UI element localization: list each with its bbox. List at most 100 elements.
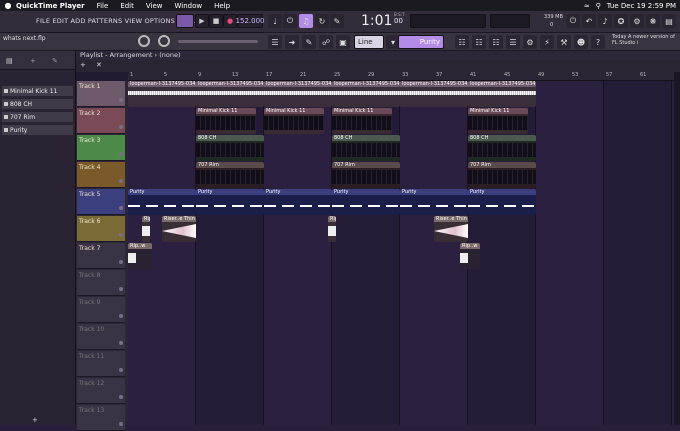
vertical-scrollbar[interactable]: [674, 72, 680, 425]
play-button[interactable]: ▶: [195, 14, 209, 28]
pattern-clip[interactable]: Purity: [400, 189, 468, 215]
pattern-clip[interactable]: Purity: [196, 189, 264, 215]
mute-led-icon[interactable]: [119, 314, 123, 318]
pencil-icon[interactable]: ✎: [52, 57, 58, 65]
stop-button[interactable]: ■: [209, 14, 223, 28]
track-header[interactable]: Track 7: [77, 243, 125, 269]
piano-keys-icon[interactable]: ▤: [6, 57, 13, 65]
time-ruler[interactable]: 1 5 9 13 17 21 25 29 33 37 41 45 49 53 57 61: [128, 72, 680, 81]
clock[interactable]: Tue Dec 19 2:59 PM: [607, 2, 676, 10]
mute-led-icon[interactable]: [119, 206, 123, 210]
pattern-clip[interactable]: Minimal Kick 11: [468, 108, 528, 134]
channel-rack-icon[interactable]: ☷: [455, 35, 469, 49]
sliders-icon[interactable]: ☰: [506, 35, 520, 49]
countdown-icon[interactable]: ⏻: [283, 14, 297, 28]
stamp-icon[interactable]: ▣: [336, 35, 350, 49]
pattern-clip[interactable]: Rip..w: [328, 216, 336, 242]
master-pitch-knob[interactable]: [158, 35, 170, 47]
project-name[interactable]: whats next.flp: [3, 35, 46, 42]
loop-record-icon[interactable]: ↻: [315, 14, 329, 28]
playlist-title[interactable]: Playlist - Arrangement › (none): [76, 51, 680, 60]
plug-icon[interactable]: ⚡: [540, 35, 554, 49]
pattern-clip[interactable]: Minimal Kick 11: [332, 108, 392, 134]
mute-led-icon[interactable]: [119, 233, 123, 237]
mute-led-icon[interactable]: [119, 98, 123, 102]
menu-help[interactable]: Help: [214, 2, 230, 10]
mute-led-icon[interactable]: [119, 260, 123, 264]
pattern-clip[interactable]: Riser..e Thin: [434, 216, 468, 242]
browser-item[interactable]: 808 CH: [1, 98, 74, 110]
track-header[interactable]: Track 4: [77, 162, 125, 188]
pattern-clip[interactable]: 707 Rim: [332, 162, 400, 188]
blend-icon[interactable]: ♫: [299, 14, 313, 28]
mute-led-icon[interactable]: [119, 422, 123, 426]
pattern-song-toggle[interactable]: [176, 14, 194, 28]
track-header[interactable]: Track 12: [77, 378, 125, 404]
playlist-icon[interactable]: ☰: [268, 35, 282, 49]
help-icon[interactable]: ?: [591, 35, 605, 49]
undo-icon[interactable]: ↶: [582, 14, 596, 28]
metronome-icon[interactable]: ♩: [268, 14, 282, 28]
pattern-clip[interactable]: Rip..w: [460, 243, 480, 269]
pattern-clip[interactable]: 808 CH: [196, 135, 264, 161]
plugin-icon[interactable]: ⚙: [523, 35, 537, 49]
piano-icon[interactable]: ▤: [662, 14, 676, 28]
pattern-clip[interactable]: Purity: [264, 189, 332, 215]
mute-led-icon[interactable]: [119, 395, 123, 399]
pattern-clip[interactable]: looperman-l-3137495-034178...: [332, 81, 400, 107]
search-icon[interactable]: ⚲: [596, 2, 601, 10]
person-icon[interactable]: ☻: [574, 35, 588, 49]
pattern-clip[interactable]: Riser..e Thin: [162, 216, 196, 242]
mixer-icon[interactable]: ☷: [472, 35, 486, 49]
mute-led-icon[interactable]: [119, 287, 123, 291]
pattern-clip[interactable]: Rip..w: [142, 216, 150, 242]
track-header[interactable]: Track 3: [77, 135, 125, 161]
master-slider[interactable]: [178, 40, 258, 43]
step-edit-icon[interactable]: ✎: [330, 14, 344, 28]
settings-icon[interactable]: ⚙: [630, 14, 644, 28]
pattern-clip[interactable]: Purity: [332, 189, 400, 215]
arrow-icon[interactable]: ➜: [285, 35, 299, 49]
menu-file[interactable]: File: [97, 2, 109, 10]
pattern-clip[interactable]: Minimal Kick 11: [196, 108, 256, 134]
pattern-clip[interactable]: 707 Rim: [468, 162, 536, 188]
browser-item[interactable]: Minimal Kick 11: [1, 85, 74, 97]
track-header[interactable]: Track 9: [77, 297, 125, 323]
pattern-clip[interactable]: looperman-l-3137495-034178...: [128, 81, 196, 107]
track-header[interactable]: Track 6: [77, 216, 125, 242]
mute-led-icon[interactable]: [119, 125, 123, 129]
time-format[interactable]: B:S:T: [394, 12, 404, 17]
pattern-clip[interactable]: 808 CH: [468, 135, 536, 161]
menu-view[interactable]: View: [146, 2, 163, 10]
brush-icon[interactable]: ✎: [302, 35, 316, 49]
pattern-clip[interactable]: looperman-l-3137495-034178...: [264, 81, 332, 107]
pattern-select[interactable]: Purity: [398, 35, 444, 49]
piano-roll-icon[interactable]: ☷: [489, 35, 503, 49]
pattern-clip[interactable]: looperman-l-3137495-034178...: [196, 81, 264, 107]
pattern-clip[interactable]: looperman-l-3137495-034178...: [400, 81, 468, 107]
mute-led-icon[interactable]: [119, 368, 123, 372]
wifi-icon[interactable]: ≈: [584, 2, 590, 10]
close-icon[interactable]: ✕: [96, 61, 102, 69]
menu-edit[interactable]: Edit: [120, 2, 134, 10]
pattern-clip[interactable]: Minimal Kick 11: [264, 108, 324, 134]
plus-icon[interactable]: +: [30, 57, 36, 65]
track-header[interactable]: Track 11: [77, 351, 125, 377]
plus-icon[interactable]: +: [80, 61, 86, 69]
snap-select[interactable]: Line: [354, 35, 384, 49]
mute-led-icon[interactable]: [119, 179, 123, 183]
track-header[interactable]: Track 8: [77, 270, 125, 296]
fl-logo-icon[interactable]: ❋: [646, 14, 660, 28]
apple-icon[interactable]: ●: [0, 1, 16, 10]
master-volume-knob[interactable]: [138, 35, 150, 47]
microphone-icon[interactable]: ♪: [598, 14, 612, 28]
browser-item[interactable]: 707 Rim: [1, 111, 74, 123]
browser-item[interactable]: Purity: [1, 124, 74, 136]
app-name[interactable]: QuickTime Player: [16, 2, 85, 10]
mute-led-icon[interactable]: [119, 152, 123, 156]
mute-led-icon[interactable]: [119, 341, 123, 345]
track-header[interactable]: Track 1: [77, 81, 125, 107]
pattern-clip[interactable]: 707 Rim: [196, 162, 264, 188]
playlist-grid[interactable]: looperman-l-3137495-034178...looperman-l…: [128, 81, 680, 425]
tools-icon[interactable]: ⚒: [557, 35, 571, 49]
